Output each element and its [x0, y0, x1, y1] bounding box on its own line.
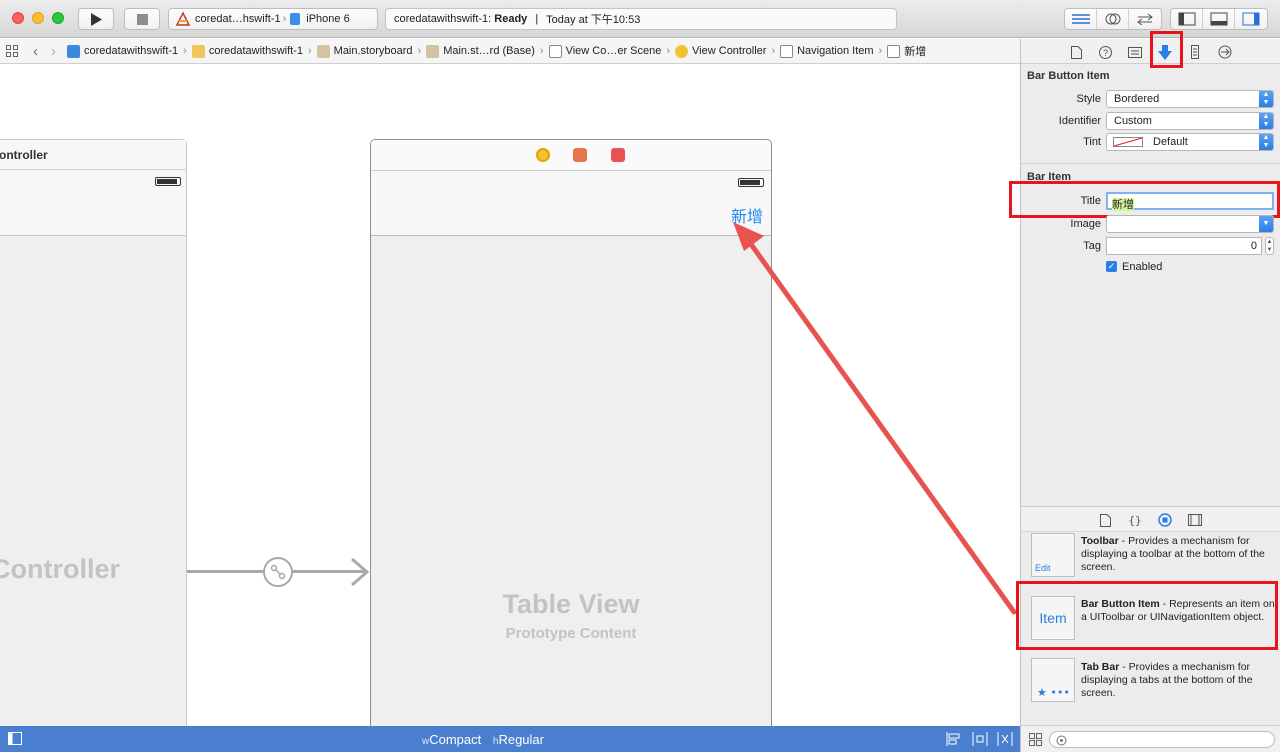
- tint-label: Tint: [1083, 136, 1101, 148]
- style-popup[interactable]: Bordered ▲ ▼: [1106, 90, 1274, 108]
- size-inspector-icon[interactable]: [1187, 44, 1203, 60]
- image-combo[interactable]: ▼: [1106, 215, 1274, 233]
- document-outline-toggle-icon[interactable]: [8, 732, 22, 745]
- canvas-bottom-bar: wCompact hRegular: [0, 726, 1020, 752]
- file-template-library-icon[interactable]: [1097, 512, 1113, 528]
- align-icon[interactable]: [946, 732, 960, 746]
- tag-label: Tag: [1083, 240, 1101, 252]
- popup-arrows-icon: ▲ ▼: [1259, 91, 1273, 107]
- quick-help-icon[interactable]: ?: [1097, 44, 1113, 60]
- pin-icon[interactable]: [972, 732, 988, 746]
- popup-arrows-icon: ▲ ▼: [1259, 113, 1273, 129]
- library-filter-bar: [1021, 725, 1280, 752]
- title-field-highlight: [1009, 181, 1280, 218]
- svg-text:?: ?: [1103, 48, 1108, 58]
- tab-bar-thumbnail: ★ •••: [1031, 658, 1075, 702]
- resolve-autolayout-icon[interactable]: [997, 732, 1013, 746]
- tag-field[interactable]: 0: [1106, 237, 1262, 255]
- identifier-popup[interactable]: Custom ▲ ▼: [1106, 112, 1274, 130]
- enabled-label: Enabled: [1122, 261, 1163, 273]
- toolbar-thumbnail: Edit: [1031, 533, 1075, 577]
- attributes-tab-highlight: [1150, 31, 1183, 68]
- connections-inspector-icon[interactable]: [1217, 44, 1233, 60]
- popup-arrows-icon: ▲ ▼: [1259, 134, 1273, 150]
- code-snippet-library-icon[interactable]: {}: [1127, 512, 1143, 528]
- size-class-control[interactable]: wCompact hRegular: [422, 732, 544, 747]
- library-item-toolbar[interactable]: Edit Toolbar - Provides a mechanism for …: [1021, 533, 1280, 585]
- file-inspector-icon[interactable]: [1068, 44, 1084, 60]
- bar-button-item-header: Bar Button Item: [1027, 70, 1110, 82]
- utilities-area: ? Bar Button Item Style Bordered ▲ ▼ Ident…: [1009, 31, 1280, 752]
- tag-stepper[interactable]: ▲ ▼: [1265, 237, 1274, 255]
- style-label: Style: [1076, 93, 1101, 105]
- identifier-label: Identifier: [1058, 115, 1101, 127]
- enabled-checkbox[interactable]: ✓: [1106, 261, 1117, 272]
- media-library-icon[interactable]: [1187, 512, 1203, 528]
- grid-view-icon[interactable]: [1029, 733, 1042, 746]
- image-label: Image: [1070, 218, 1101, 230]
- identity-inspector-icon[interactable]: [1127, 44, 1143, 60]
- search-icon: [1056, 735, 1067, 746]
- bar-button-item-highlight: [1016, 581, 1278, 650]
- library-item-description: Tab Bar - Provides a mechanism for displ…: [1081, 661, 1253, 699]
- chevron-down-icon: ▼: [1259, 216, 1273, 232]
- library-tabs: {}: [1021, 506, 1280, 532]
- tint-swatch-icon: [1113, 137, 1143, 147]
- library-item-description: Toolbar - Provides a mechanism for displ…: [1081, 535, 1265, 573]
- object-library-icon[interactable]: [1157, 512, 1173, 528]
- library-item-tab-bar[interactable]: ★ ••• Tab Bar - Provides a mechanism for…: [1021, 653, 1280, 725]
- tint-popup[interactable]: Default ▲ ▼: [1106, 133, 1274, 151]
- library-search-field[interactable]: [1049, 731, 1275, 748]
- section-divider: [1021, 163, 1280, 164]
